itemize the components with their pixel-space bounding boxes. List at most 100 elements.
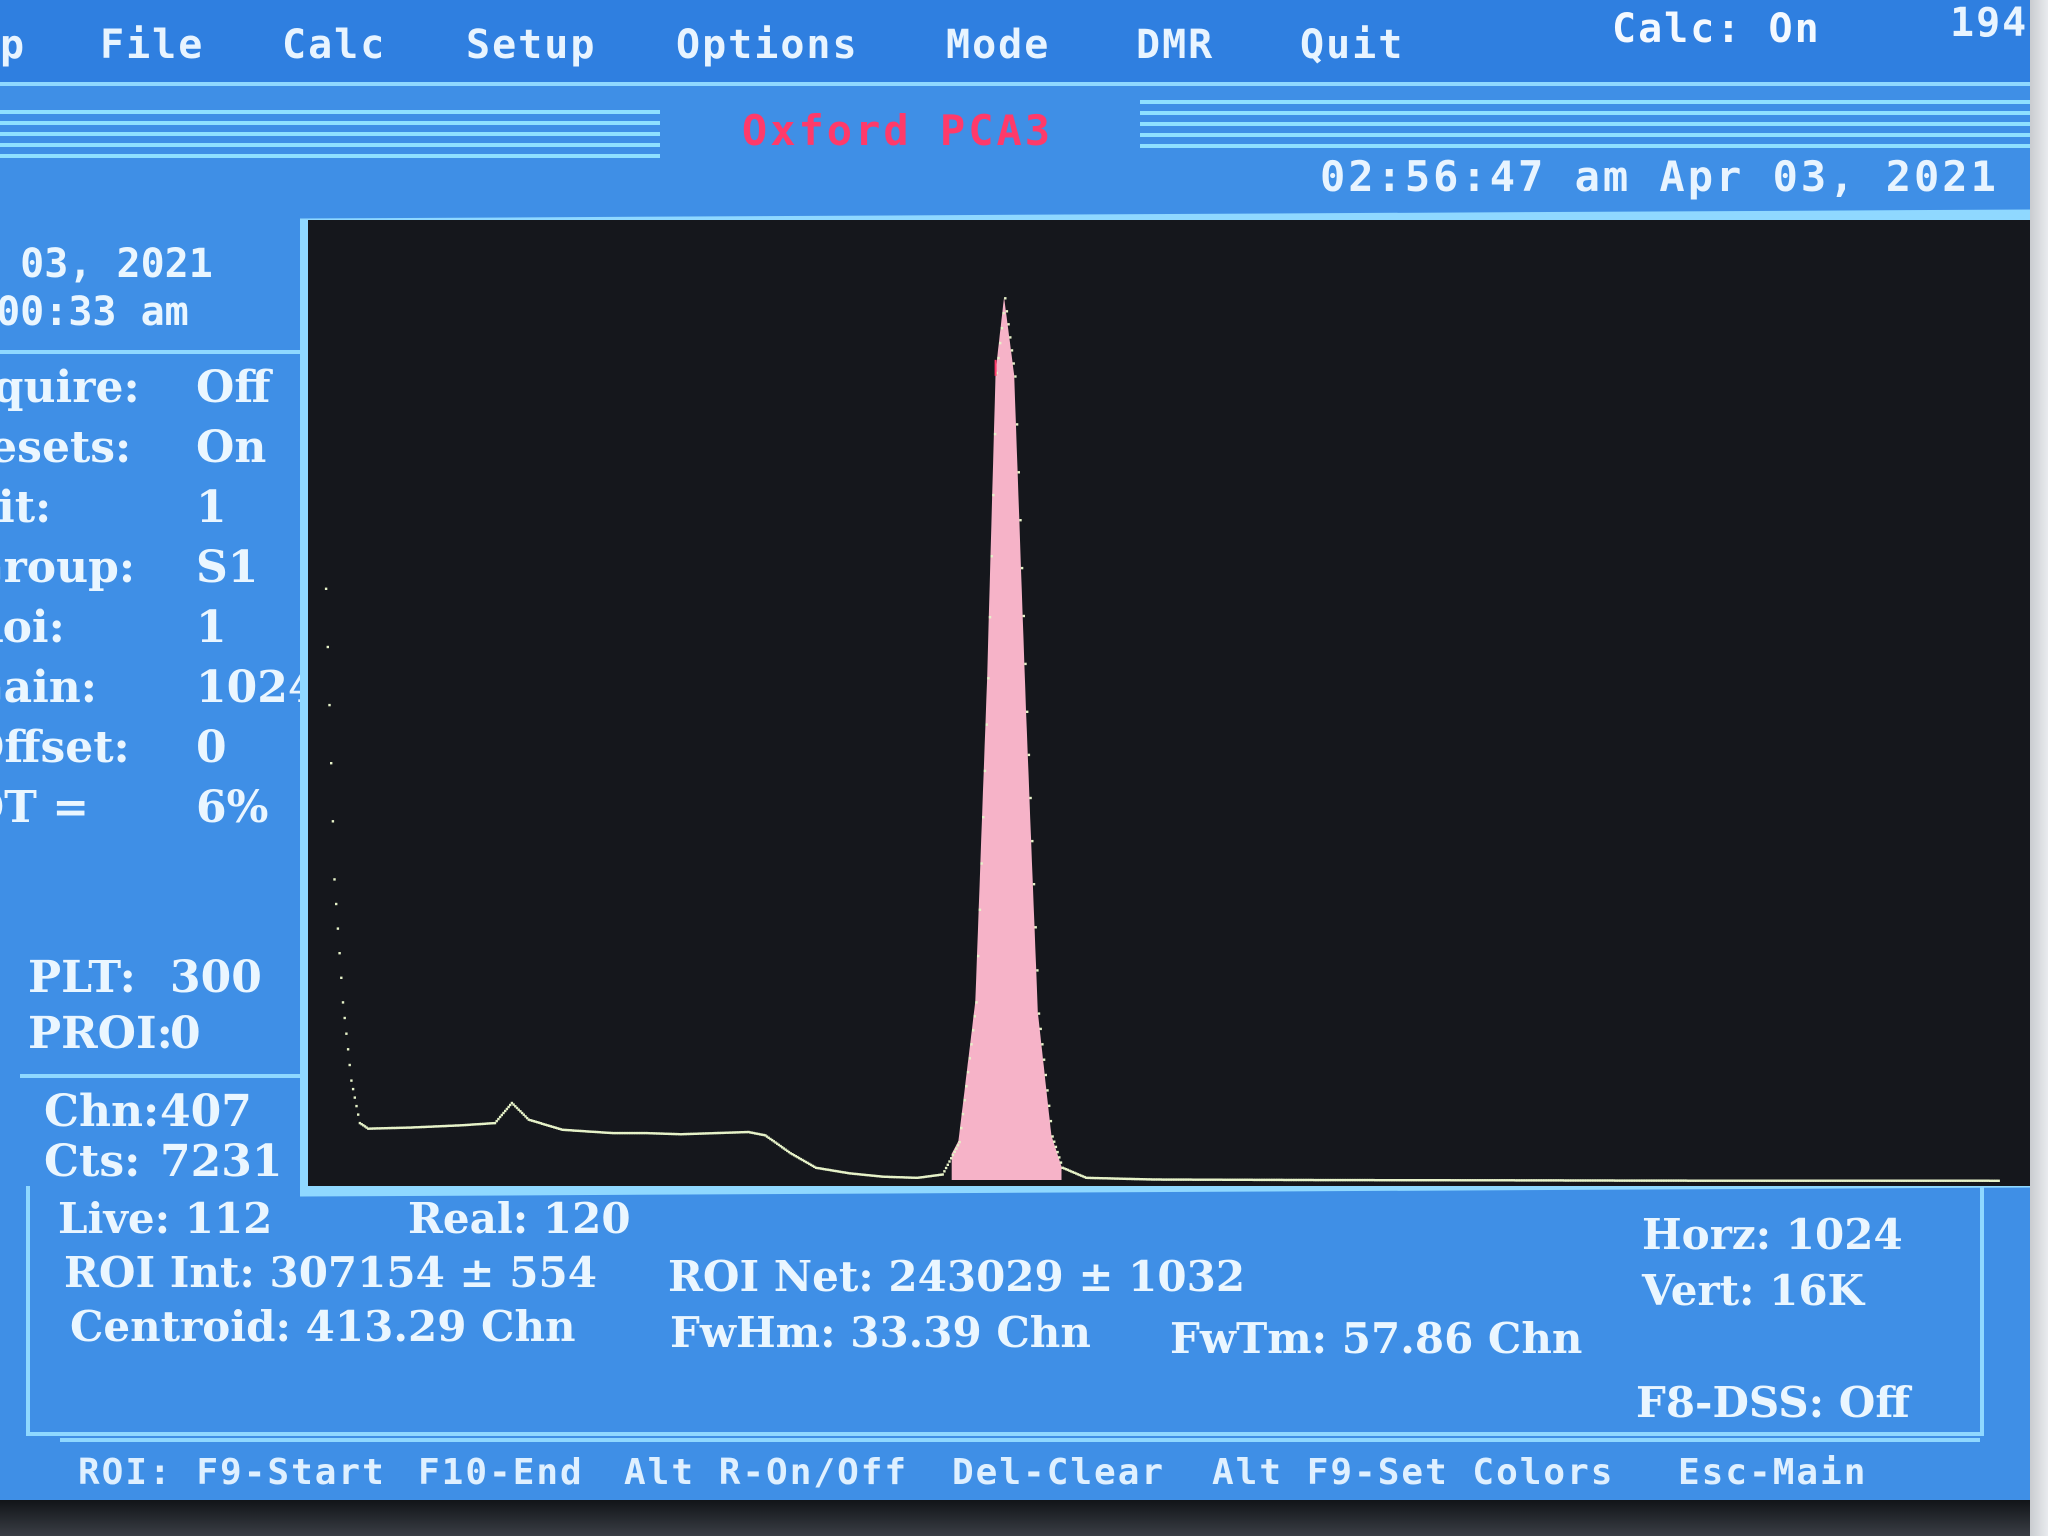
spectrum-point bbox=[1053, 1140, 1056, 1143]
spectrum-point bbox=[956, 1144, 960, 1147]
spectrum-point bbox=[1002, 312, 1005, 315]
spectrum-point bbox=[341, 1001, 345, 1004]
menu-item-file[interactable]: File bbox=[100, 22, 204, 68]
spectrum-point bbox=[335, 902, 338, 906]
key-esc-main[interactable]: Esc-Main bbox=[1678, 1452, 1867, 1493]
plt-value: 300 bbox=[170, 952, 262, 1003]
spectrum-point bbox=[946, 1163, 949, 1166]
status-value: 1 bbox=[196, 482, 227, 533]
menu-item-setup[interactable]: Setup bbox=[466, 22, 596, 68]
key-roi-toggle[interactable]: Alt R-On/Off bbox=[624, 1452, 908, 1493]
spectrum-point bbox=[1010, 349, 1014, 352]
spectrum-point bbox=[1059, 1161, 1063, 1164]
spectrum-point bbox=[357, 1113, 360, 1116]
spectrum-point bbox=[970, 1043, 973, 1046]
cts-value: 7231 bbox=[160, 1136, 283, 1187]
spectrum-point bbox=[965, 1085, 968, 1088]
key-clear[interactable]: Del-Clear bbox=[952, 1452, 1165, 1493]
menu-item-dmr[interactable]: DMR bbox=[1136, 22, 1214, 68]
key-roi-start[interactable]: ROI: F9-Start bbox=[78, 1452, 386, 1493]
real-time: Real: 120 bbox=[408, 1194, 631, 1243]
status-value: S1 bbox=[196, 542, 259, 593]
spectrum-point bbox=[1051, 1135, 1054, 1138]
spectrum-point bbox=[1048, 1104, 1051, 1107]
status-label: Gain: bbox=[0, 662, 98, 713]
status-row-dead-time: DT = 6% bbox=[0, 782, 330, 842]
spectrum-plot[interactable] bbox=[308, 220, 2038, 1186]
acquisition-time: :00:33 am bbox=[0, 289, 189, 335]
menu-item-calc[interactable]: Calc bbox=[282, 22, 386, 68]
menu-item-mode[interactable]: Mode bbox=[946, 22, 1050, 68]
status-row-offset: Offset: 0 bbox=[0, 722, 330, 782]
spectrum-point bbox=[993, 432, 997, 436]
spectrum-point bbox=[951, 1153, 955, 1157]
spectrum-point bbox=[1012, 362, 1015, 365]
menu-item-quit[interactable]: Quit bbox=[1300, 22, 1404, 68]
acquisition-datetime: r 03, 2021 :00:33 am bbox=[0, 232, 304, 354]
status-row-unit: nit: 1 bbox=[0, 482, 330, 542]
spectrum-point bbox=[997, 356, 1000, 360]
spectrum-point bbox=[328, 703, 331, 707]
spectrum-point bbox=[1054, 1145, 1058, 1149]
status-label: Group: bbox=[0, 542, 136, 593]
plt-label: PLT: bbox=[28, 952, 136, 1003]
spectrum-point bbox=[346, 1048, 350, 1051]
key-roi-end[interactable]: F10-End bbox=[418, 1452, 584, 1493]
spectrum-point bbox=[958, 1140, 961, 1144]
live-time: Live: 112 bbox=[58, 1194, 273, 1243]
proi-row: PROI: 0 bbox=[28, 1008, 328, 1064]
spectrum-point bbox=[1007, 323, 1010, 326]
proi-label: PROI: bbox=[28, 1008, 173, 1059]
cts-label: Cts: bbox=[44, 1136, 141, 1187]
spectrum-point bbox=[1997, 1179, 2000, 1182]
spectrum-point bbox=[955, 1147, 958, 1150]
spectrum-point bbox=[1019, 519, 1022, 522]
spectrum-point bbox=[978, 908, 982, 911]
spectrum-point bbox=[1034, 926, 1037, 929]
spectrum-point bbox=[1017, 471, 1020, 474]
status-value: 0 bbox=[196, 722, 227, 773]
spectrum-point bbox=[353, 1096, 356, 1099]
menu-item-options[interactable]: Options bbox=[676, 22, 859, 68]
spectrum-point bbox=[1046, 1089, 1049, 1092]
monitor-bezel-bottom bbox=[0, 1500, 2048, 1536]
fwhm: FwHm: 33.39 Chn bbox=[670, 1308, 1091, 1357]
spectrum-point bbox=[326, 645, 329, 649]
spectrum-point bbox=[961, 1112, 965, 1116]
spectrum-point bbox=[1039, 1027, 1042, 1031]
key-set-colors[interactable]: Alt F9-Set Colors bbox=[1212, 1452, 1614, 1493]
status-value: 1 bbox=[196, 602, 227, 653]
spectrum-point bbox=[944, 1166, 948, 1170]
spectrum-point bbox=[330, 762, 333, 765]
spectrum-point bbox=[1037, 1012, 1041, 1015]
spectrum-point bbox=[988, 616, 992, 619]
menu-item-partial[interactable]: p bbox=[0, 22, 26, 68]
spectrum-point bbox=[331, 820, 335, 823]
spectrum-point bbox=[1027, 753, 1031, 757]
spectrum-point bbox=[1009, 336, 1012, 339]
spectrum-point bbox=[963, 1099, 966, 1102]
results-panel: Live: 112 Real: 120 ROI Int: 307154 ± 55… bbox=[26, 1186, 1984, 1436]
spectrum-point bbox=[497, 1117, 500, 1121]
spectrum-point bbox=[1042, 1058, 1046, 1061]
chn-value: 407 bbox=[160, 1086, 252, 1137]
vertical-scale: Vert: 16K bbox=[1642, 1266, 1865, 1315]
horizontal-scale: Horz: 1024 bbox=[1642, 1210, 1903, 1259]
spectrum-point bbox=[1056, 1150, 1059, 1154]
spectrum-point bbox=[336, 927, 340, 930]
spectrum-point bbox=[1005, 310, 1009, 313]
spectrum-point bbox=[355, 1104, 358, 1108]
spectrum-point bbox=[333, 878, 336, 881]
spectrum-point bbox=[343, 1016, 346, 1020]
spectrum-point bbox=[1044, 1073, 1047, 1077]
status-label: cquire: bbox=[0, 362, 140, 413]
spectrum-point bbox=[985, 723, 988, 726]
status-label: Roi: bbox=[0, 602, 65, 653]
spectrum-point bbox=[338, 952, 341, 955]
spectrum-point bbox=[999, 341, 1002, 345]
menu-bar: p File Calc Setup Options Mode DMR Quit … bbox=[0, 0, 2030, 86]
dss-status[interactable]: F8-DSS: Off bbox=[1636, 1378, 1910, 1427]
key-help-bar: ROI: F9-Start F10-End Alt R-On/Off Del-C… bbox=[60, 1438, 1980, 1502]
spectrum-point bbox=[972, 1029, 975, 1032]
spectrum-point bbox=[968, 1057, 971, 1060]
